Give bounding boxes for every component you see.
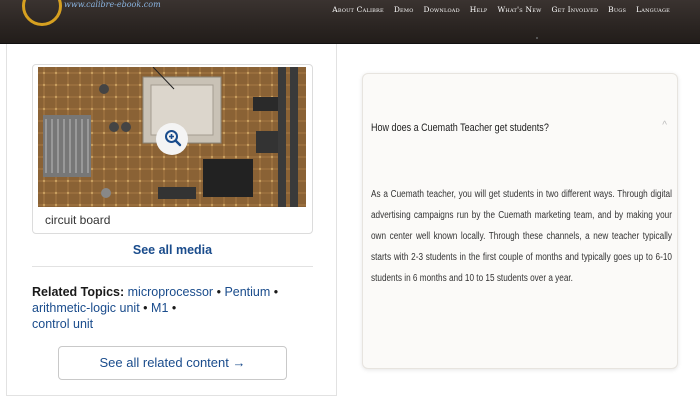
- stray-mark: [536, 37, 538, 39]
- topic-link-control-unit[interactable]: control unit: [32, 317, 93, 331]
- collapse-chevron-icon[interactable]: ^: [662, 120, 667, 131]
- separator: •: [273, 285, 279, 299]
- topic-link-pentium[interactable]: Pentium: [224, 285, 270, 299]
- faq-card: How does a Cuemath Teacher get students?…: [362, 73, 678, 369]
- see-all-related-button[interactable]: See all related content →: [58, 346, 287, 380]
- nav-link-about[interactable]: About Calibre: [332, 5, 384, 14]
- nav-link-get-involved[interactable]: Get Involved: [551, 5, 598, 14]
- nav-link-demo[interactable]: Demo: [394, 5, 414, 14]
- divider: [32, 266, 313, 267]
- topic-link-alu[interactable]: arithmetic-logic unit: [32, 301, 140, 315]
- calibre-logo-icon[interactable]: [22, 0, 62, 26]
- logo-text[interactable]: www.calibre-ebook.com: [64, 0, 161, 9]
- zoom-magnifier-icon[interactable]: [164, 129, 182, 147]
- separator: •: [171, 301, 177, 315]
- nav-link-language[interactable]: Language: [636, 5, 670, 14]
- nav-link-whats-new[interactable]: What's New: [497, 5, 541, 14]
- media-card[interactable]: circuit board: [32, 64, 313, 234]
- faq-question[interactable]: How does a Cuemath Teacher get students?: [371, 122, 549, 134]
- topic-link-m1[interactable]: M1: [151, 301, 168, 315]
- separator: •: [143, 301, 148, 315]
- nav-link-help[interactable]: Help: [470, 5, 488, 14]
- media-sidebar: circuit board See all media Related Topi…: [6, 44, 337, 396]
- faq-answer: As a Cuemath teacher, you will get stude…: [371, 189, 672, 284]
- circuit-board-image[interactable]: [38, 66, 306, 207]
- topic-link-microprocessor[interactable]: microprocessor: [128, 285, 213, 299]
- top-navbar: www.calibre-ebook.com About Calibre Demo…: [0, 0, 700, 44]
- related-topics: Related Topics: microprocessor • Pentium…: [32, 284, 317, 332]
- nav-link-download[interactable]: Download: [424, 5, 460, 14]
- see-all-media-link[interactable]: See all media: [7, 243, 338, 257]
- media-caption: circuit board: [45, 213, 111, 227]
- nav-links: About Calibre Demo Download Help What's …: [332, 5, 670, 14]
- separator: •: [216, 285, 221, 299]
- related-topics-heading: Related Topics:: [32, 285, 125, 299]
- nav-link-bugs[interactable]: Bugs: [608, 5, 626, 14]
